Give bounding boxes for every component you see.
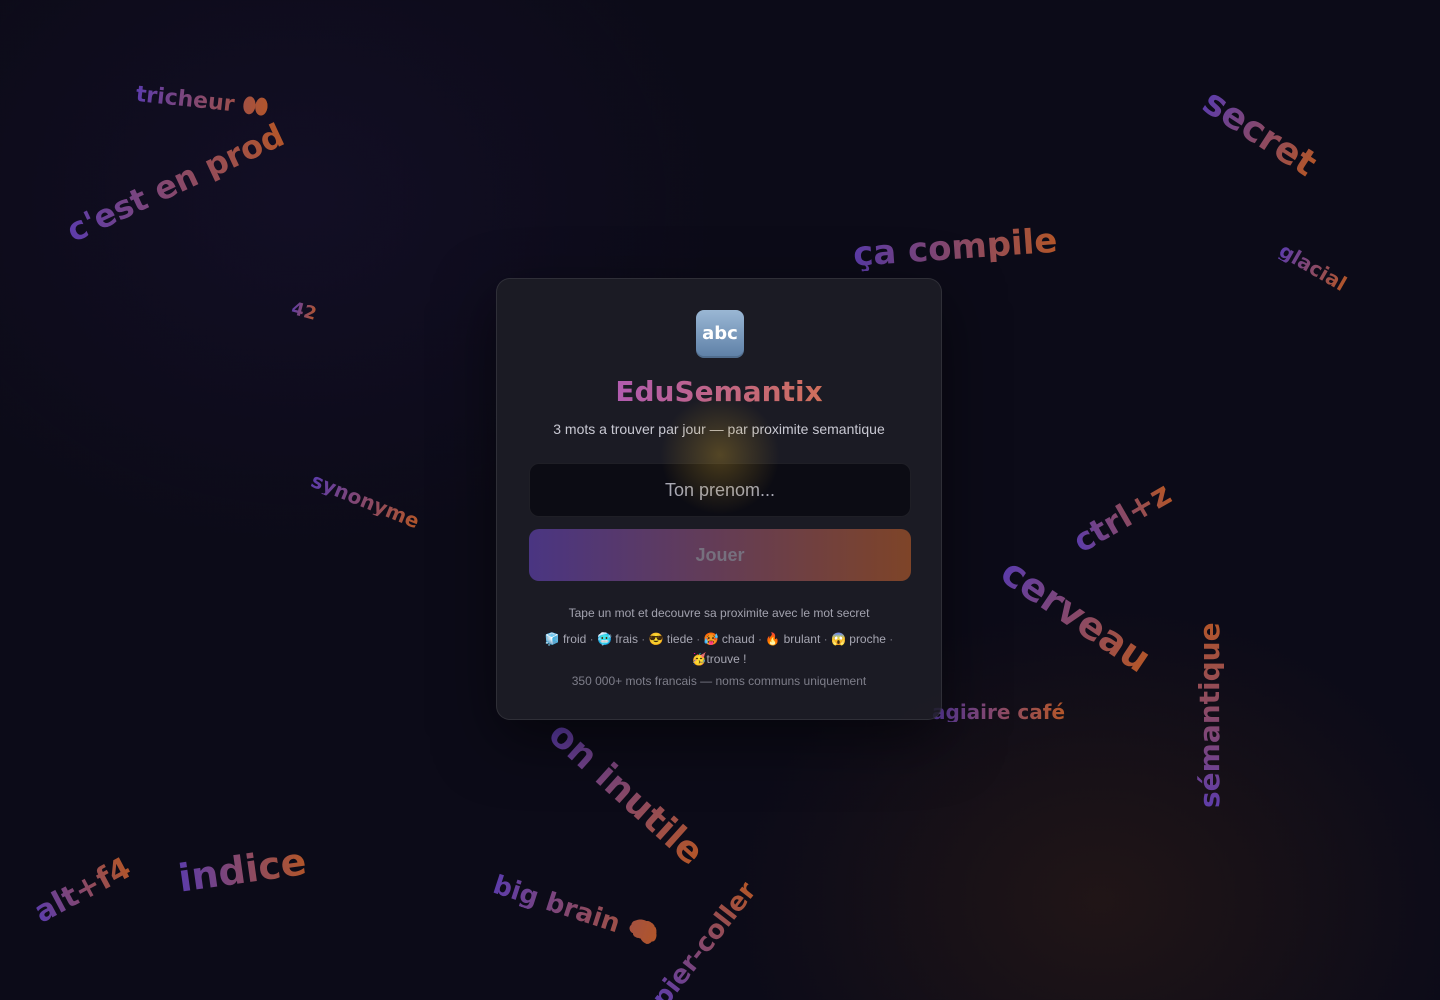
- bg-word-secret: secret: [1195, 81, 1324, 185]
- bg-word-cest-en-prod: c'est en prod: [60, 115, 290, 250]
- dictionary-stats: 350 000+ mots francais — noms communs un…: [571, 674, 867, 688]
- bg-word-fonction-inutile: on inutile: [540, 713, 712, 874]
- bg-word-ctrl-z: ctrl+z: [1066, 474, 1178, 561]
- level-label: trouve !: [706, 652, 747, 666]
- fire-icon: 🔥: [765, 632, 781, 646]
- bg-word-ca-compile: ça compile: [851, 220, 1059, 275]
- login-card: abc EduSemantix 3 mots a trouver par jou…: [496, 278, 942, 720]
- bg-word-stagiaire-cafe: agiaire café: [932, 700, 1066, 724]
- abc-logo-icon: abc: [696, 310, 744, 358]
- level-proche: 😱 proche: [831, 632, 886, 646]
- app-title: EduSemantix: [497, 375, 941, 408]
- level-trouve: 🥳trouve !: [692, 652, 747, 666]
- ice-cube-icon: 🧊: [544, 632, 560, 646]
- bg-word-semantique: sémantique: [1193, 622, 1226, 808]
- sunglasses-face-icon: 😎: [648, 632, 664, 646]
- bg-word-big-brain: big brain 🧠: [489, 870, 664, 953]
- level-froid: 🧊 froid: [545, 632, 587, 646]
- level-tiede: 😎 tiede: [649, 632, 693, 646]
- app-subtitle: 3 mots a trouver par jour — par proximit…: [553, 421, 885, 437]
- party-face-icon: 🥳: [691, 652, 707, 666]
- bg-word-alt-f4: alt+f4: [28, 850, 137, 931]
- screaming-face-icon: 😱: [830, 632, 846, 646]
- bg-word-synonyme: synonyme: [307, 468, 424, 534]
- level-label: chaud: [721, 632, 755, 646]
- hot-face-icon: 🥵: [703, 632, 719, 646]
- bg-word-tricheur: tricheur 👀: [134, 82, 271, 121]
- bg-word-glacial: glacial: [1275, 238, 1351, 296]
- level-label: froid: [562, 632, 587, 646]
- level-brulant: 🔥 brulant: [765, 632, 820, 646]
- play-button[interactable]: Jouer: [529, 529, 911, 581]
- name-input[interactable]: [529, 463, 911, 517]
- bg-word-42: 42: [289, 298, 319, 325]
- bg-word-indice: indice: [175, 839, 310, 901]
- level-chaud: 🥵 chaud: [704, 632, 755, 646]
- game-hint: Tape un mot et decouvre sa proximite ave…: [568, 606, 870, 620]
- bg-word-cerveau: cerveau: [993, 549, 1159, 682]
- level-label: proche: [849, 632, 886, 646]
- level-label: frais: [615, 632, 638, 646]
- level-label: brulant: [783, 632, 821, 646]
- level-frais: 🥶 frais: [597, 632, 638, 646]
- level-label: tiede: [666, 632, 693, 646]
- proximity-levels: 🧊 froid · 🥶 frais · 😎 tiede · 🥵 chaud · …: [544, 632, 894, 666]
- bg-word-copier-coller: pier-coller: [646, 876, 762, 1000]
- cold-face-icon: 🥶: [596, 632, 612, 646]
